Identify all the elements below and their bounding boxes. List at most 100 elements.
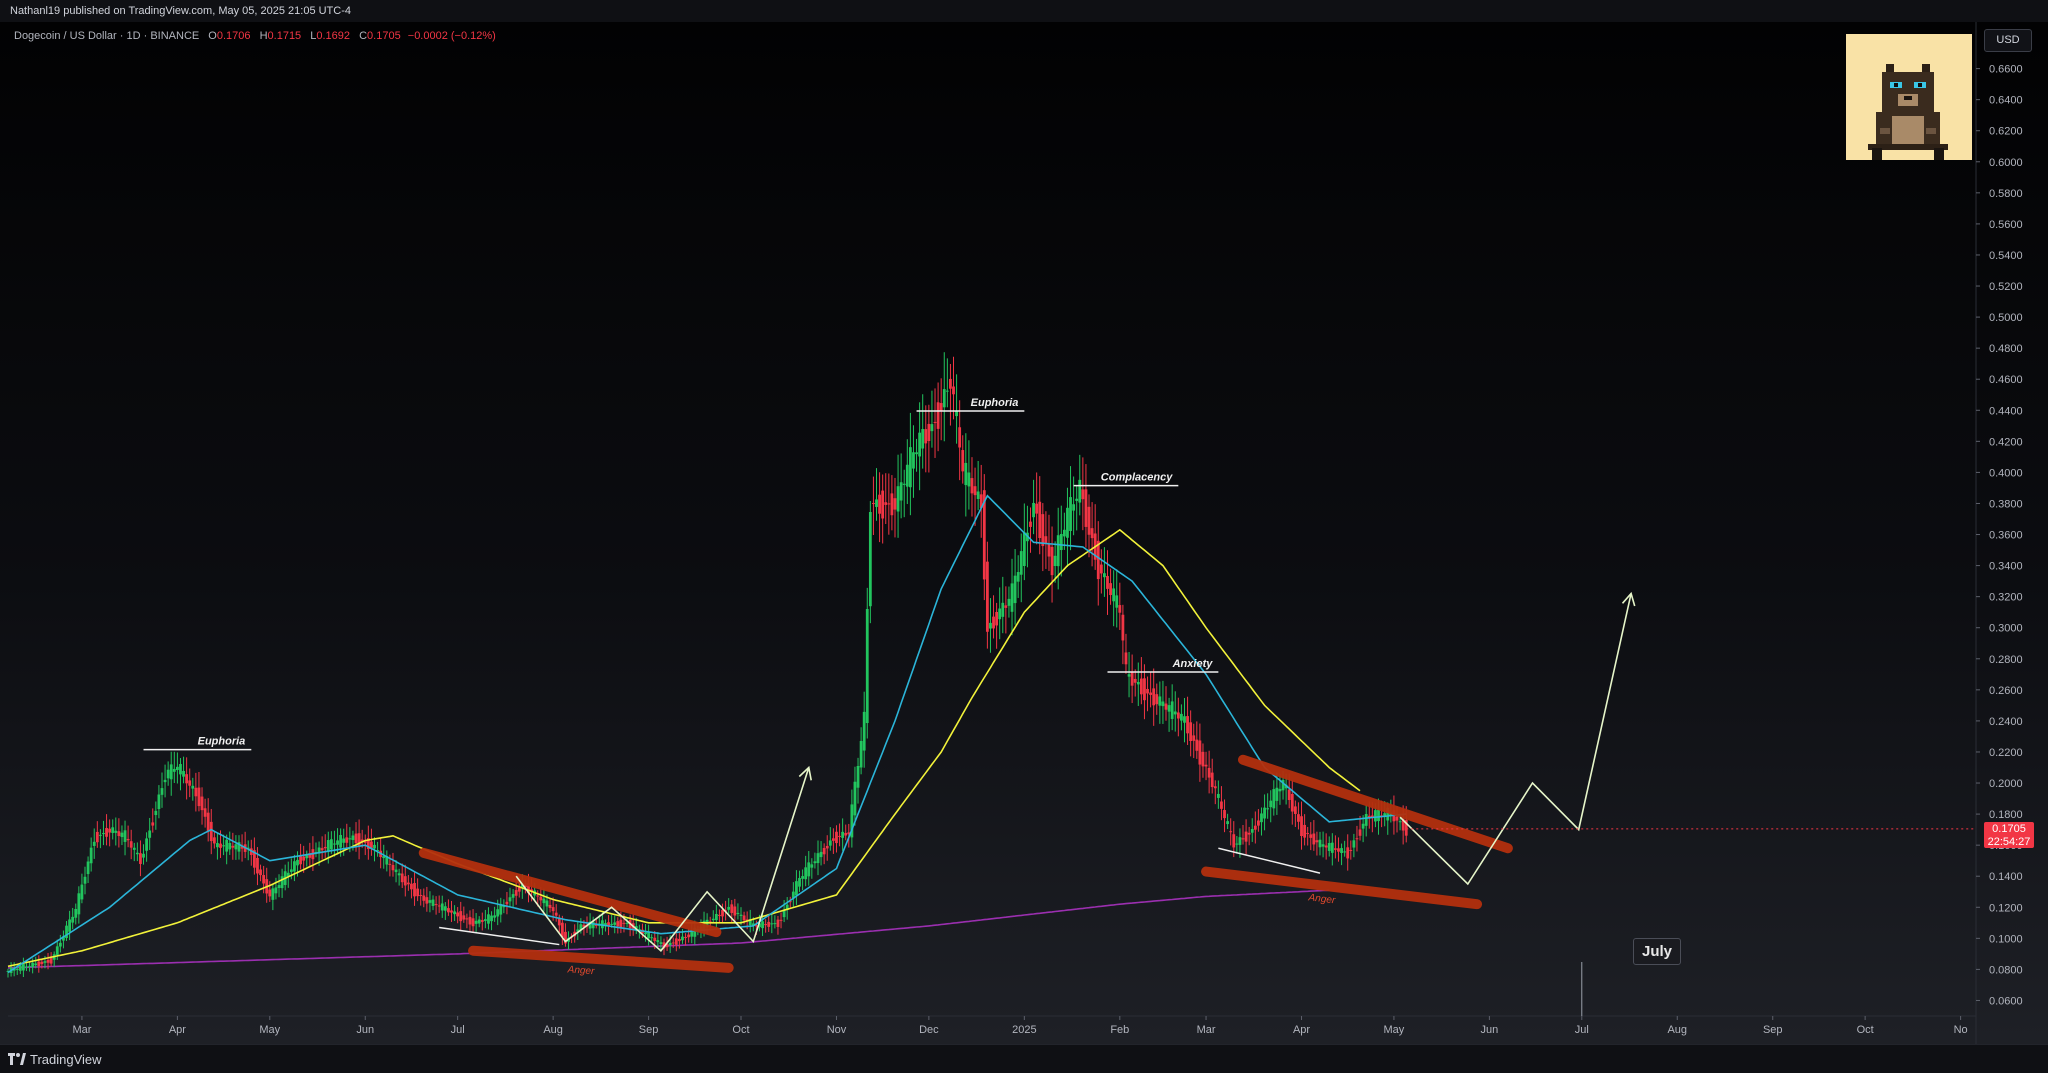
- candle-body: [1306, 833, 1310, 835]
- candle-body: [339, 834, 343, 848]
- time-tick-label: Sep: [639, 1024, 659, 1036]
- candle-body: [807, 862, 811, 877]
- price-tick-label: 0.3800: [1989, 498, 2023, 510]
- candle-body: [228, 842, 232, 850]
- price-tick-label: 0.1000: [1989, 933, 2023, 945]
- candle-body: [557, 918, 561, 926]
- candle-body: [1099, 564, 1103, 574]
- price-tick-label: 0.0800: [1989, 964, 2023, 976]
- time-tick-label: Feb: [1110, 1024, 1129, 1036]
- candle-body: [425, 897, 429, 904]
- candle-body: [1340, 848, 1343, 854]
- candle-body: [431, 899, 435, 906]
- candle-body: [188, 780, 192, 786]
- candle-body: [1355, 838, 1359, 840]
- candle-body: [274, 887, 278, 894]
- candle-body: [1062, 529, 1066, 537]
- candle-body: [1112, 588, 1116, 602]
- tradingview-logo-icon: [8, 1053, 26, 1065]
- candle-body: [80, 884, 84, 900]
- time-tick-label: May: [259, 1024, 280, 1036]
- price-tick-label: 0.1400: [1989, 871, 2023, 883]
- candle-body: [939, 403, 943, 412]
- time-tick-label: Jun: [1481, 1024, 1499, 1036]
- candle-body: [1250, 829, 1254, 833]
- candle-body: [936, 402, 940, 429]
- candle-body: [1124, 652, 1128, 665]
- candle-body: [1167, 705, 1171, 712]
- candle-body: [1013, 575, 1017, 604]
- candle-body: [1358, 829, 1362, 836]
- candle-body: [1081, 489, 1085, 500]
- candle-body: [927, 423, 931, 442]
- candle-body: [1069, 497, 1072, 531]
- candle-body: [1195, 739, 1199, 751]
- candle-body: [277, 885, 281, 888]
- candle-body: [320, 848, 324, 851]
- candle-body: [98, 834, 102, 836]
- candle-body: [256, 857, 259, 874]
- candle-body: [1293, 806, 1297, 814]
- candle-body: [976, 491, 980, 499]
- candle-body: [610, 923, 614, 925]
- price-tick-label: 0.2800: [1989, 654, 2023, 666]
- candle-body: [1244, 831, 1248, 842]
- candle-body: [764, 924, 768, 926]
- candle-body: [1257, 820, 1260, 826]
- candle-body: [15, 969, 19, 971]
- candle-body: [1173, 711, 1177, 715]
- candle-body: [1047, 543, 1051, 557]
- candle-body: [767, 921, 771, 927]
- time-tick-label: Apr: [1293, 1024, 1310, 1036]
- candle-body: [933, 421, 937, 423]
- candle-body: [551, 907, 555, 912]
- candle-body: [995, 611, 999, 626]
- price-tick-label: 0.5600: [1989, 219, 2023, 231]
- candle-body: [674, 938, 678, 945]
- candle-body: [333, 843, 336, 845]
- candle-body: [945, 390, 949, 392]
- candle-body: [1260, 813, 1263, 823]
- candle-body: [514, 890, 518, 896]
- candle-body: [1247, 832, 1251, 835]
- currency-selector[interactable]: USD: [1984, 29, 2032, 52]
- candle-body: [1029, 521, 1032, 527]
- candle-body: [422, 895, 426, 901]
- candle-body: [1201, 751, 1205, 767]
- candle-body: [875, 499, 878, 507]
- price-tick-label: 0.2400: [1989, 716, 2023, 728]
- candle-body: [1352, 840, 1356, 848]
- candle-body: [958, 427, 962, 448]
- candle-body: [1238, 837, 1242, 845]
- time-tick-label: Aug: [543, 1024, 563, 1036]
- candle-body: [410, 883, 413, 890]
- candle-body: [505, 901, 509, 905]
- candle-body: [471, 918, 475, 927]
- candle-body: [835, 831, 838, 844]
- candle-body: [271, 888, 275, 900]
- candle-body: [838, 835, 841, 837]
- candle-body: [1263, 807, 1266, 819]
- candle-body: [1010, 583, 1014, 612]
- price-chart[interactable]: 0.06000.08000.10000.12000.14000.16000.18…: [0, 0, 2048, 1044]
- candle-body: [671, 942, 675, 944]
- candle-body: [690, 931, 694, 937]
- candle-body: [55, 946, 59, 955]
- candle-body: [296, 859, 299, 866]
- candle-body: [126, 838, 130, 841]
- time-tick-label: Sep: [1763, 1024, 1783, 1036]
- candle-body: [391, 865, 395, 871]
- candle-body: [1290, 793, 1294, 812]
- candle-body: [135, 852, 139, 855]
- candle-body: [1084, 489, 1088, 527]
- candle-body: [1364, 813, 1368, 826]
- candle-body: [1115, 595, 1119, 608]
- candle-body: [1303, 824, 1307, 838]
- candle-body: [1327, 843, 1331, 851]
- candle-body: [921, 429, 925, 449]
- candle-body: [1312, 833, 1316, 845]
- candle-body: [1297, 814, 1300, 822]
- candle-body: [142, 853, 145, 858]
- candle-body: [1315, 840, 1319, 843]
- candle-body: [1272, 789, 1276, 809]
